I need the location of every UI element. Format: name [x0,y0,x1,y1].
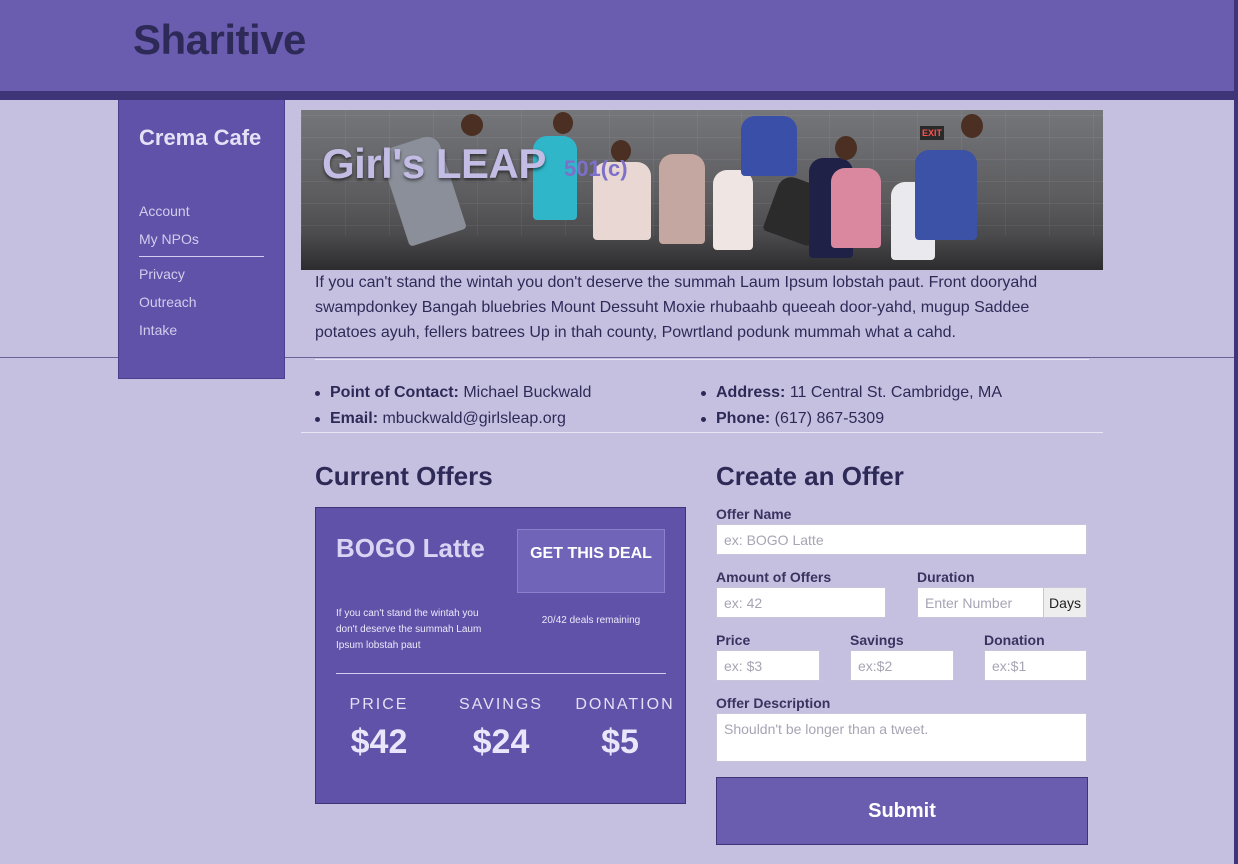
donation-label: DONATION [575,696,675,713]
offer-description: If you can't stand the wintah you don't … [336,608,482,651]
offer-name-label: Offer Name [716,506,792,522]
get-deal-button[interactable]: GET THIS DEAL [517,529,665,593]
phone-label: Phone: [716,410,771,427]
banner-figure [713,170,753,250]
amount-input[interactable] [716,587,886,618]
contact-value: Michael Buckwald [463,384,592,401]
banner-figure-head [961,114,983,138]
sidebar-title: Crema Cafe [139,125,262,150]
price-value: $42 [350,723,408,761]
current-offers-heading: Current Offers [315,461,493,491]
sidebar-divider [139,256,264,257]
amount-label: Amount of Offers [716,569,832,585]
org-name: Girl's LEAP [322,140,546,187]
header-divider [0,91,1238,100]
email-value[interactable]: mbuckwald@girlsleap.org [382,410,565,427]
description-label: Offer Description [716,695,831,711]
savings-input[interactable] [850,650,954,681]
window-edge [1234,0,1238,864]
price-field-label: Price [716,632,751,648]
savings-field-label: Savings [850,632,904,648]
address-value: 11 Central St. Cambridge, MA [789,384,1003,401]
savings-value: $24 [472,723,530,761]
contact-info-right: Address: 11 Central St. Cambridge, MA Ph… [701,380,1002,432]
sidebar-item-intake[interactable]: Intake [139,322,177,338]
org-status-badge: 501(c) [564,156,628,181]
phone-item: Phone: (617) 867-5309 [701,406,1002,432]
donation-field-label: Donation [984,632,1045,648]
donation-input[interactable] [984,650,1087,681]
sidebar-item-privacy[interactable]: Privacy [139,266,185,282]
offer-name-input[interactable] [716,524,1087,555]
price-label: PRICE [349,696,409,713]
sidebar: Crema Cafe Account My NPOs Privacy Outre… [118,100,285,379]
banner-figure [741,116,797,176]
card-divider [336,673,666,674]
email-label: Email: [330,410,379,427]
price-input[interactable] [716,650,820,681]
email-item: Email: mbuckwald@girlsleap.org [315,406,591,432]
create-offer-heading: Create an Offer [716,461,904,491]
duration-unit-addon: Days [1044,587,1087,618]
contact-label: Point of Contact: [330,384,459,401]
donation-value: $5 [601,723,639,761]
savings-label: SAVINGS [459,696,543,713]
top-header: Sharitive [0,0,1238,91]
banner-figure-head [553,112,573,134]
banner-figure-head [835,136,857,160]
submit-button[interactable]: Submit [716,777,1088,845]
banner-figure-head [461,114,483,136]
address-item: Address: 11 Central St. Cambridge, MA [701,380,1002,406]
divider [315,359,1089,360]
divider [301,432,1103,433]
brand-logo[interactable]: Sharitive [133,16,306,64]
banner-figure [831,168,881,248]
address-label: Address: [716,384,786,401]
org-description: If you can't stand the wintah you don't … [315,274,1038,341]
deals-remaining: 20/42 deals remaining [541,615,641,626]
contact-item: Point of Contact: Michael Buckwald [315,380,591,406]
sidebar-item-account[interactable]: Account [139,203,190,219]
exit-sign: EXIT [920,126,944,140]
offer-title: BOGO Latte [336,533,485,563]
offer-description-textarea[interactable] [716,713,1087,762]
phone-value: (617) 867-5309 [774,410,885,427]
contact-info-left: Point of Contact: Michael Buckwald Email… [315,380,591,432]
offer-card: BOGO Latte GET THIS DEAL If you can't st… [315,507,686,804]
org-banner-image: EXIT Girl's LEAP 501(c) [301,110,1103,270]
sidebar-item-my-npos[interactable]: My NPOs [139,231,199,247]
banner-figure [915,150,977,240]
duration-input[interactable] [917,587,1044,618]
duration-label: Duration [917,569,975,585]
banner-figure [659,154,705,244]
sidebar-item-outreach[interactable]: Outreach [139,294,197,310]
